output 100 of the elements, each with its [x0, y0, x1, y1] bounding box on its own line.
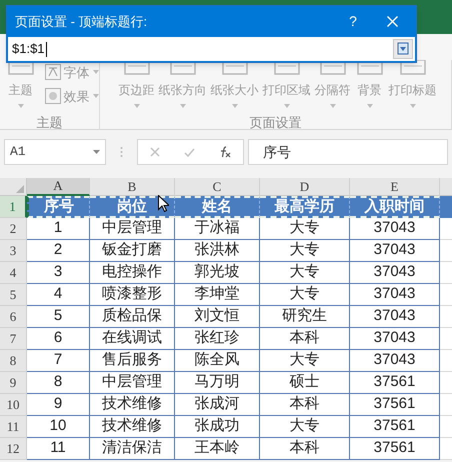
table-cell: 张成功 — [175, 416, 260, 438]
table-cell: 37561 — [350, 372, 440, 394]
group-label: 主题 — [36, 116, 62, 129]
table-cell: 技术维修 — [90, 416, 175, 438]
table-cell: 售后服务 — [90, 350, 175, 372]
triangle-icon — [16, 185, 24, 193]
row-header[interactable]: 1 — [0, 196, 27, 218]
group-label: 页面设置 — [250, 116, 302, 129]
table-cell: 4 — [27, 284, 90, 306]
column-header[interactable]: C — [175, 178, 260, 196]
close-icon[interactable] — [387, 16, 398, 27]
table-cell: 硕士 — [260, 372, 350, 394]
row-header[interactable]: 6 — [0, 306, 27, 328]
table-cell: 王本岭 — [175, 438, 260, 460]
formula-field[interactable]: 序号 — [248, 139, 448, 165]
cursor-icon — [158, 195, 169, 212]
header-cell: 岗位 — [90, 196, 175, 218]
header-cell: 入职时间 — [350, 196, 440, 218]
table-cell: 在线调试 — [90, 328, 175, 350]
table-cell: 张红珍 — [175, 328, 260, 350]
table-cell: 37043 — [350, 218, 440, 240]
table-cell: 大专 — [260, 416, 350, 438]
table-cell: 2 — [27, 240, 90, 262]
table-cell: 37561 — [350, 438, 440, 460]
row-header[interactable]: 7 — [0, 328, 27, 350]
cancel-icon[interactable] — [150, 147, 160, 157]
column-header[interactable]: D — [260, 178, 350, 196]
table-cell: 37043 — [350, 262, 440, 284]
row-header[interactable]: 11 — [0, 416, 27, 438]
header-cell: 最高学历 — [260, 196, 350, 218]
table-cell: 刘文恒 — [175, 306, 260, 328]
table-cell: 37561 — [350, 416, 440, 438]
table-cell: 37043 — [350, 328, 440, 350]
table-cell: 质检品保 — [90, 306, 175, 328]
caret-icon — [134, 104, 140, 108]
table-cell: 大专 — [260, 350, 350, 372]
table-cell: 喷漆整形 — [90, 284, 175, 306]
select-all-corner[interactable] — [0, 178, 27, 196]
table-cell: 8 — [27, 372, 90, 394]
table-cell: 李坤堂 — [175, 284, 260, 306]
caret-icon — [180, 104, 186, 108]
table-cell: 大专 — [260, 284, 350, 306]
header-cell: 序号 — [27, 196, 90, 218]
table-cell: 钣金打磨 — [90, 240, 175, 262]
caret-icon — [92, 70, 98, 74]
caret-icon — [410, 104, 416, 108]
caret-icon — [284, 104, 290, 108]
table-cell: 37043 — [350, 240, 440, 262]
table-cell: 37043 — [350, 350, 440, 372]
table-cell: 3 — [27, 262, 90, 284]
check-icon[interactable] — [184, 148, 195, 156]
table-cell: 张洪林 — [175, 240, 260, 262]
table-cell: 37043 — [350, 284, 440, 306]
range-field[interactable]: $1:$1 — [8, 37, 415, 61]
table-cell: 中层管理 — [90, 372, 175, 394]
table-cell: 本科 — [260, 438, 350, 460]
header-cell: 姓名 — [175, 196, 260, 218]
column-header[interactable]: B — [90, 178, 175, 196]
row-header[interactable]: 10 — [0, 394, 27, 416]
table-cell: 大专 — [260, 262, 350, 284]
row-header[interactable]: 2 — [0, 218, 27, 240]
table-cell: 7 — [27, 350, 90, 372]
grip-icon — [120, 146, 123, 158]
column-header[interactable]: A — [27, 178, 90, 196]
table-cell: 大专 — [260, 240, 350, 262]
table-cell: 37561 — [350, 394, 440, 416]
row-header[interactable]: 5 — [0, 284, 27, 306]
table-cell: 本科 — [260, 328, 350, 350]
caret-icon — [92, 94, 98, 98]
table-cell: 11 — [27, 438, 90, 460]
row-header[interactable]: 8 — [0, 350, 27, 372]
table-cell: 中层管理 — [90, 218, 175, 240]
table-cell: 张成河 — [175, 394, 260, 416]
dialog-title: 页面设置 - 顶端标题行: — [15, 12, 148, 31]
function-icon[interactable] — [219, 146, 231, 158]
table-cell: 陈全风 — [175, 350, 260, 372]
table-cell: 马万明 — [175, 372, 260, 394]
table-cell: 研究生 — [260, 306, 350, 328]
row-header[interactable]: 12 — [0, 438, 27, 460]
table-cell: 9 — [27, 394, 90, 416]
column-header[interactable]: E — [350, 178, 440, 196]
table-cell: 5 — [27, 306, 90, 328]
column-header[interactable] — [440, 178, 452, 196]
name-box[interactable]: A1 — [4, 139, 106, 165]
help-button[interactable]: ? — [341, 11, 365, 32]
row-header[interactable]: 9 — [0, 372, 27, 394]
table-cell: 郭光坡 — [175, 262, 260, 284]
table-cell: 大专 — [260, 218, 350, 240]
table-cell: 技术维修 — [90, 394, 175, 416]
row-header[interactable]: 3 — [0, 240, 27, 262]
table-cell: 于冰福 — [175, 218, 260, 240]
table-cell: 37043 — [350, 306, 440, 328]
table-cell: 本科 — [260, 394, 350, 416]
table-cell: 清洁保洁 — [90, 438, 175, 460]
collapse-icon[interactable] — [393, 39, 413, 59]
table-cell: 电控操作 — [90, 262, 175, 284]
row-header[interactable]: 4 — [0, 262, 27, 284]
caret-icon — [18, 104, 24, 108]
caret-icon — [330, 104, 336, 108]
caret-icon — [232, 104, 238, 108]
